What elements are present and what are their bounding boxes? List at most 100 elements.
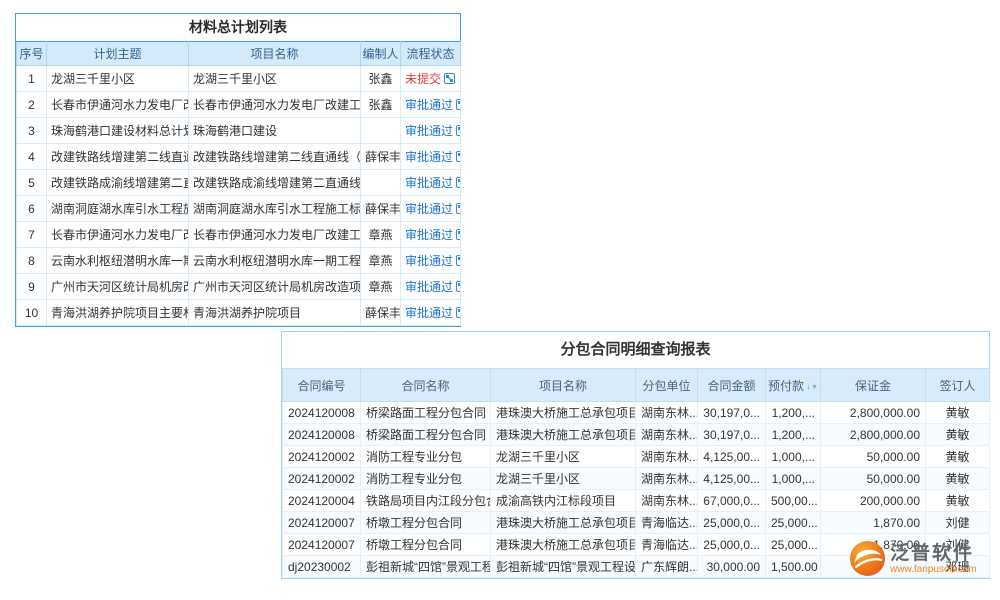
project-name-link[interactable]: 龙湖三千里小区 — [491, 468, 636, 490]
deposit-amount: 2,800,000.00 — [821, 402, 926, 424]
project-name-link[interactable]: 湖南洞庭湖水库引水工程施工标 — [189, 196, 361, 222]
workflow-diagram-icon[interactable] — [444, 73, 455, 84]
column-label: 合同金额 — [707, 379, 755, 393]
contract-code-link[interactable]: dj20230002 — [283, 556, 361, 578]
contract-name-link[interactable]: 铁路局项目内江段分包合同 — [361, 490, 491, 512]
project-name-link[interactable]: 珠海鹤港口建设 — [189, 118, 361, 144]
workflow-diagram-icon[interactable] — [456, 307, 460, 318]
workflow-status-cell: 审批通过 — [401, 144, 461, 170]
workflow-diagram-icon[interactable] — [456, 177, 460, 188]
row-number: 5 — [17, 170, 47, 196]
workflow-diagram-icon[interactable] — [456, 281, 460, 292]
plan-subject-link[interactable]: 龙湖三千里小区 — [47, 66, 189, 92]
project-name-link[interactable]: 港珠澳大桥施工总承包项目 — [491, 424, 636, 446]
contract-code-link[interactable]: 2024120004 — [283, 490, 361, 512]
project-name-link[interactable]: 港珠澳大桥施工总承包项目 — [491, 402, 636, 424]
project-name-link[interactable]: 港珠澳大桥施工总承包项目 — [491, 534, 636, 556]
row-number: 10 — [17, 300, 47, 326]
column-label: 预付款 — [768, 379, 804, 393]
contract-name-link[interactable]: 桥梁路面工程分包合同 — [361, 402, 491, 424]
material-column-header: 序号 — [17, 42, 47, 66]
watermark-brand: 泛普软件 — [890, 543, 977, 564]
contract-name-link[interactable]: 桥梁路面工程分包合同 — [361, 424, 491, 446]
advance-payment: 1,200,... — [766, 424, 821, 446]
project-name-link[interactable]: 改建铁路线增建第二线直通线（成都-... — [189, 144, 361, 170]
contract-name-link[interactable]: 消防工程专业分包 — [361, 468, 491, 490]
contract-code-link[interactable]: 2024120002 — [283, 468, 361, 490]
workflow-diagram-icon[interactable] — [456, 203, 460, 214]
contract-amount: 30,197,0... — [698, 424, 766, 446]
contract-amount: 25,000,0... — [698, 534, 766, 556]
contract-amount: 25,000,0... — [698, 512, 766, 534]
contract-amount: 4,125,00... — [698, 468, 766, 490]
plan-subject-link[interactable]: 青海洪湖养护院项目主要材料 — [47, 300, 189, 326]
workflow-status-cell: 未提交 — [401, 66, 461, 92]
contract-column-header[interactable]: 合同金额 — [698, 369, 766, 402]
plan-subject-link[interactable]: 云南水利枢纽潜明水库一期... — [47, 248, 189, 274]
deposit-amount: 50,000.00 — [821, 446, 926, 468]
material-column-header: 流程状态 — [401, 42, 461, 66]
contract-name-link[interactable]: 桥墩工程分包合同 — [361, 512, 491, 534]
material-table-row: 9广州市天河区统计局机房改...广州市天河区统计局机房改造项目章燕审批通过 — [17, 274, 461, 300]
subcontract-unit: 湖南东林... — [636, 446, 698, 468]
contract-column-header[interactable]: 合同编号 — [283, 369, 361, 402]
workflow-diagram-icon[interactable] — [456, 99, 460, 110]
deposit-amount: 50,000.00 — [821, 468, 926, 490]
plan-subject-link[interactable]: 珠海鹤港口建设材料总计划 — [47, 118, 189, 144]
material-plan-table: 序号计划主题项目名称编制人流程状态 1龙湖三千里小区龙湖三千里小区张鑫未提交2长… — [16, 41, 461, 326]
project-name-link[interactable]: 港珠澳大桥施工总承包项目 — [491, 512, 636, 534]
project-name-link[interactable]: 云南水利枢纽潜明水库一期工程施工标 — [189, 248, 361, 274]
contract-code-link[interactable]: 2024120008 — [283, 402, 361, 424]
contract-column-header[interactable]: 项目名称 — [491, 369, 636, 402]
project-name-link[interactable]: 龙湖三千里小区 — [491, 446, 636, 468]
contract-name-link[interactable]: 彭祖新城“四馆”景观工程设计分... — [361, 556, 491, 578]
project-name-link[interactable]: 长春市伊通河水力发电厂改建工程 — [189, 92, 361, 118]
plan-subject-link[interactable]: 湖南洞庭湖水库引水工程施... — [47, 196, 189, 222]
plan-subject-link[interactable]: 改建铁路成渝线增建第二直... — [47, 170, 189, 196]
contract-table-title: 分包合同明细查询报表 — [282, 332, 989, 368]
workflow-diagram-icon[interactable] — [456, 151, 460, 162]
status-text: 审批通过 — [405, 176, 453, 190]
material-plan-panel: 材料总计划列表 序号计划主题项目名称编制人流程状态 1龙湖三千里小区龙湖三千里小… — [15, 13, 461, 327]
material-table-row: 4改建铁路线增建第二线直通...改建铁路线增建第二线直通线（成都-...薛保丰审… — [17, 144, 461, 170]
subcontract-unit: 湖南东林... — [636, 490, 698, 512]
status-text: 审批通过 — [405, 202, 453, 216]
project-name-link[interactable]: 彭祖新城“四馆”景观工程设计项 — [491, 556, 636, 578]
contract-column-header[interactable]: 分包单位 — [636, 369, 698, 402]
status-text: 审批通过 — [405, 150, 453, 164]
contract-column-header[interactable]: 保证金 — [821, 369, 926, 402]
watermark-text: 泛普软件 www.fanpusoft.com — [890, 540, 977, 576]
sort-descending-filter-icon[interactable]: ↓▼ — [806, 381, 818, 392]
column-label: 合同编号 — [297, 379, 345, 393]
contract-column-header[interactable]: 合同名称 — [361, 369, 491, 402]
project-name-link[interactable]: 改建铁路成渝线增建第二直通线（成... — [189, 170, 361, 196]
project-name-link[interactable]: 长春市伊通河水力发电厂改建工程 — [189, 222, 361, 248]
contract-code-link[interactable]: 2024120008 — [283, 424, 361, 446]
compiler-name: 张鑫 — [361, 66, 401, 92]
column-label: 保证金 — [855, 379, 891, 393]
contract-name-link[interactable]: 桥墩工程分包合同 — [361, 534, 491, 556]
plan-subject-link[interactable]: 长春市伊通河水力发电厂改... — [47, 92, 189, 118]
row-number: 7 — [17, 222, 47, 248]
contract-column-header[interactable]: 预付款↓▼ — [766, 369, 821, 402]
project-name-link[interactable]: 成渝高铁内江标段项目 — [491, 490, 636, 512]
workflow-diagram-icon[interactable] — [456, 229, 460, 240]
contract-name-link[interactable]: 消防工程专业分包 — [361, 446, 491, 468]
column-label: 分包单位 — [642, 379, 690, 393]
contract-code-link[interactable]: 2024120002 — [283, 446, 361, 468]
signer-name: 黄敏 — [926, 446, 990, 468]
workflow-diagram-icon[interactable] — [456, 255, 460, 266]
contract-code-link[interactable]: 2024120007 — [283, 512, 361, 534]
plan-subject-link[interactable]: 长春市伊通河水力发电厂改... — [47, 222, 189, 248]
project-name-link[interactable]: 青海洪湖养护院项目 — [189, 300, 361, 326]
plan-subject-link[interactable]: 广州市天河区统计局机房改... — [47, 274, 189, 300]
status-text: 审批通过 — [405, 280, 453, 294]
row-number: 2 — [17, 92, 47, 118]
contract-code-link[interactable]: 2024120007 — [283, 534, 361, 556]
contract-column-header[interactable]: 签订人 — [926, 369, 990, 402]
workflow-diagram-icon[interactable] — [456, 125, 460, 136]
material-table-row: 2长春市伊通河水力发电厂改...长春市伊通河水力发电厂改建工程张鑫审批通过 — [17, 92, 461, 118]
project-name-link[interactable]: 广州市天河区统计局机房改造项目 — [189, 274, 361, 300]
plan-subject-link[interactable]: 改建铁路线增建第二线直通... — [47, 144, 189, 170]
project-name-link[interactable]: 龙湖三千里小区 — [189, 66, 361, 92]
